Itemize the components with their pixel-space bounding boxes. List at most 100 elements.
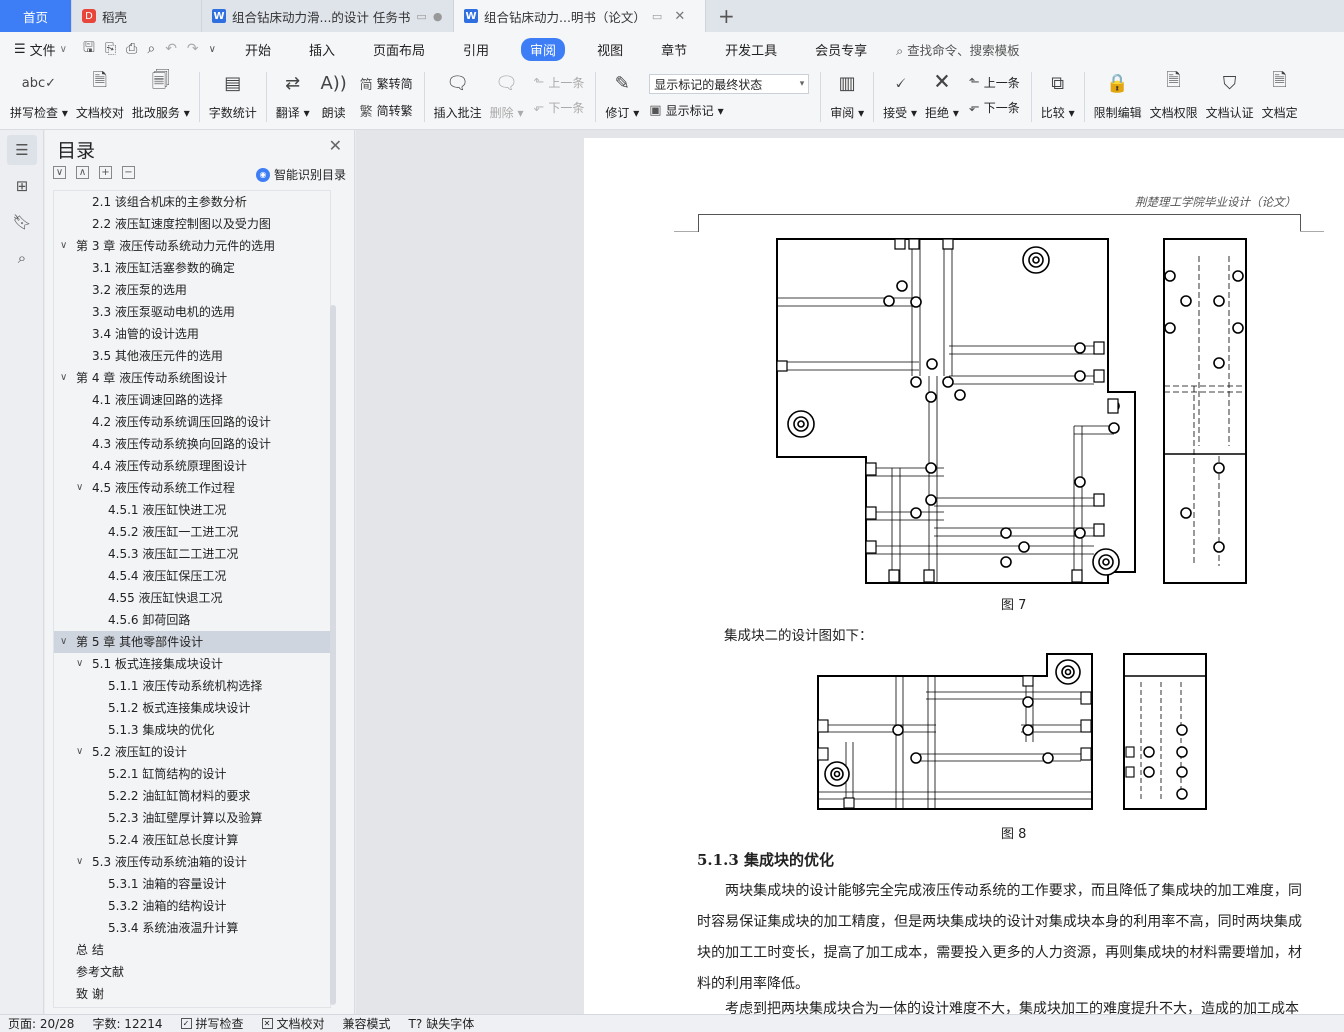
toc-icon[interactable]: ☰ <box>7 135 37 165</box>
toc-item[interactable]: 4.5.4 液压缸保压工况 <box>54 565 330 587</box>
expand-arrow-icon[interactable]: ∨ <box>76 741 83 763</box>
tab-insert[interactable]: 插入 <box>303 38 341 61</box>
remove-heading-icon[interactable]: − <box>122 166 135 179</box>
redo-icon[interactable]: ↷ <box>187 41 199 57</box>
doc-cert-button[interactable]: ⛉ 文档认证 <box>1202 66 1258 121</box>
tab-chapter[interactable]: 章节 <box>655 38 693 61</box>
toc-item[interactable]: ∨ 5.2 液压缸的设计 <box>54 741 330 763</box>
expand-arrow-icon[interactable]: ∨ <box>76 851 83 873</box>
export-icon[interactable]: ⎘ <box>105 41 116 57</box>
toc-item[interactable]: 3.4 油管的设计选用 <box>54 323 330 345</box>
restrict-edit-button[interactable]: 🔒 限制编辑 <box>1090 66 1146 121</box>
reject-button[interactable]: 🗙 拒绝 ▾ <box>921 66 963 121</box>
expand-all-icon[interactable]: ∧ <box>76 166 89 179</box>
expand-arrow-icon[interactable]: ∨ <box>60 235 67 257</box>
toc-item[interactable]: 4.5.2 液压缸一工进工况 <box>54 521 330 543</box>
doc-final-button[interactable]: 🗎 文档定 <box>1258 66 1302 121</box>
quick-access-more-icon[interactable]: ∨ <box>209 44 216 55</box>
close-tab-icon[interactable]: ✕ <box>674 9 685 24</box>
toc-item[interactable]: 4.55 液压缸快退工况 <box>54 587 330 609</box>
insert-comment-button[interactable]: 🗨 插入批注 <box>430 66 486 121</box>
word-count-indicator[interactable]: 字数: 12214 <box>92 1015 162 1032</box>
toc-item[interactable]: 4.5.1 液压缸快进工况 <box>54 499 330 521</box>
toc-item[interactable]: 2.2 液压缸速度控制图以及受力图 <box>54 213 330 235</box>
search-icon[interactable]: ⌕ <box>7 243 37 273</box>
toc-item[interactable]: 总 结 <box>54 939 330 961</box>
bookmark-icon[interactable]: 🔖︎ <box>7 207 37 237</box>
toc-item[interactable]: 3.3 液压泵驱动电机的选用 <box>54 301 330 323</box>
toc-item[interactable]: 参考文献 <box>54 961 330 983</box>
tab-view[interactable]: 视图 <box>591 38 629 61</box>
toc-item[interactable]: 5.2.1 缸筒结构的设计 <box>54 763 330 785</box>
show-markup-button[interactable]: ▣ 显示标记 ▾ <box>649 102 809 119</box>
tab-developer[interactable]: 开发工具 <box>719 38 783 61</box>
smart-toc-button[interactable]: ◉ 智能识别目录 <box>255 166 346 183</box>
trad-to-simp-button[interactable]: 简繁转简 <box>360 74 413 93</box>
tab-review[interactable]: 审阅 <box>521 37 566 61</box>
review-pane-button[interactable]: ▥ 审阅 ▾ <box>826 66 868 121</box>
toc-item[interactable]: 5.2.4 液压缸总长度计算 <box>54 829 330 851</box>
toc-item[interactable]: ∨ 第 5 章 其他零部件设计 <box>54 631 330 653</box>
print-preview-icon[interactable]: ⌕ <box>147 41 155 57</box>
toc-item[interactable]: ∨ 第 4 章 液压传动系统图设计 <box>54 367 330 389</box>
translate-button[interactable]: ⇄ 翻译 ▾ <box>272 66 314 121</box>
toc-item[interactable]: 5.1.2 板式连接集成块设计 <box>54 697 330 719</box>
prev-change-button[interactable]: ⬑ 上一条 <box>969 74 1020 91</box>
tab-task-doc[interactable]: W 组合钻床动力滑...的设计 任务书 ▭ ● <box>202 0 454 32</box>
tab-references[interactable]: 引用 <box>457 38 495 61</box>
toc-item[interactable]: 5.3.4 系统油液温升计算 <box>54 917 330 939</box>
doc-proof-button[interactable]: 🗎 文档校对 <box>72 66 128 121</box>
read-aloud-button[interactable]: A)) 朗读 <box>314 66 354 121</box>
tab-start[interactable]: 开始 <box>239 38 277 61</box>
expand-arrow-icon[interactable]: ∨ <box>60 367 67 389</box>
toc-item[interactable]: 4.2 液压传动系统调压回路的设计 <box>54 411 330 433</box>
toc-item[interactable]: 4.5.6 卸荷回路 <box>54 609 330 631</box>
toc-item[interactable]: 4.5.3 液压缸二工进工况 <box>54 543 330 565</box>
toc-item[interactable]: 4.3 液压传动系统换向回路的设计 <box>54 433 330 455</box>
prev-comment-button[interactable]: ⬑ 上一条 <box>534 74 585 91</box>
toc-item[interactable]: 5.3.1 油箱的容量设计 <box>54 873 330 895</box>
print-icon[interactable]: ⎙ <box>126 41 137 57</box>
add-heading-icon[interactable]: + <box>99 166 112 179</box>
toc-item[interactable]: 2.1 该组合机床的主参数分析 <box>54 191 330 213</box>
collapse-all-icon[interactable]: ∨ <box>53 166 66 179</box>
track-changes-button[interactable]: ✎ 修订 ▾ <box>601 66 643 121</box>
tab-docer[interactable]: D 稻壳 <box>72 0 202 32</box>
toc-item[interactable]: 致 谢 <box>54 983 330 1005</box>
command-search[interactable]: ⌕ 查找命令、搜索模板 <box>896 40 1020 59</box>
toc-item[interactable]: ∨ 5.1 板式连接集成块设计 <box>54 653 330 675</box>
expand-arrow-icon[interactable]: ∨ <box>76 477 83 499</box>
expand-arrow-icon[interactable]: ∨ <box>60 631 67 653</box>
accept-button[interactable]: 🗸 接受 ▾ <box>879 66 921 121</box>
toc-item[interactable]: 3.2 液压泵的选用 <box>54 279 330 301</box>
word-count-button[interactable]: ▤ 字数统计 <box>205 66 261 121</box>
next-comment-button[interactable]: ⬐ 下一条 <box>534 99 585 116</box>
toc-item[interactable]: 4.4 液压传动系统原理图设计 <box>54 455 330 477</box>
toc-item[interactable]: 3.1 液压缸活塞参数的确定 <box>54 257 330 279</box>
tab-member[interactable]: 会员专享 <box>809 38 873 61</box>
spell-check-button[interactable]: abc✓ 拼写检查 ▾ <box>6 66 72 121</box>
simp-to-trad-button[interactable]: 繁简转繁 <box>360 101 413 120</box>
chapter-icon[interactable]: ⊞ <box>7 171 37 201</box>
delete-comment-button[interactable]: 🗨 删除 ▾ <box>486 66 528 121</box>
page-indicator[interactable]: 页面: 20/28 <box>8 1015 74 1032</box>
toc-item[interactable]: 5.3.2 油箱的结构设计 <box>54 895 330 917</box>
batch-service-button[interactable]: 🗐 批改服务 ▾ <box>128 66 194 121</box>
toc-item[interactable]: 5.2.3 油缸壁厚计算以及验算 <box>54 807 330 829</box>
add-tab-icon[interactable]: + <box>706 0 747 32</box>
toc-item[interactable]: 3.5 其他液压元件的选用 <box>54 345 330 367</box>
save-icon[interactable]: 🖫 <box>83 37 95 61</box>
markup-state-select[interactable]: 显示标记的最终状态 ▾ <box>649 74 810 94</box>
doc-permission-button[interactable]: 🗎 文档权限 <box>1146 66 1202 121</box>
close-icon[interactable]: ✕ <box>329 136 342 155</box>
toc-item[interactable]: ∨ 第 3 章 液压传动系统动力元件的选用 <box>54 235 330 257</box>
toc-item[interactable]: 5.2.2 油缸缸筒材料的要求 <box>54 785 330 807</box>
proof-status[interactable]: ✕ 文档校对 <box>261 1015 325 1032</box>
spell-check-status[interactable]: ✓ 拼写检查 <box>180 1015 244 1032</box>
toc-item[interactable]: ∨ 4.5 液压传动系统工作过程 <box>54 477 330 499</box>
toc-item[interactable]: ∨ 5.3 液压传动系统油箱的设计 <box>54 851 330 873</box>
toc-item[interactable]: 4.1 液压调速回路的选择 <box>54 389 330 411</box>
file-menu[interactable]: ☰ 文件 ∨ <box>14 40 67 59</box>
next-change-button[interactable]: ⬐ 下一条 <box>969 99 1020 116</box>
undo-icon[interactable]: ↶ <box>165 41 177 57</box>
